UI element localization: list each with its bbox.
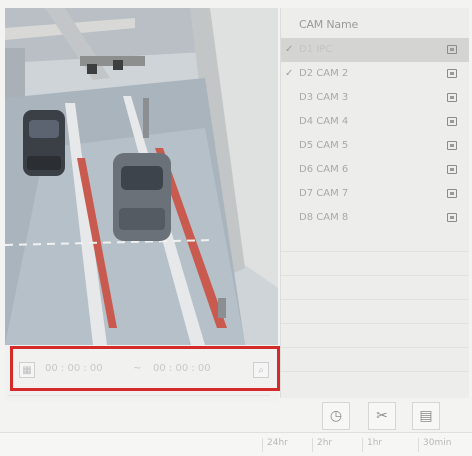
cam-name-column-header: CAM Name <box>299 18 359 31</box>
time-separator: ~ <box>133 363 142 374</box>
camera-row-d8[interactable]: D8 CAM 8 <box>281 206 469 230</box>
check-icon: ✓ <box>285 68 294 79</box>
zoom-1hr-button[interactable]: 1hr <box>362 438 382 452</box>
grid-icon[interactable]: ▤ <box>412 402 440 430</box>
camera-icon <box>447 45 457 54</box>
camera-label: D8 CAM 8 <box>299 212 349 223</box>
camera-list-panel: CAM Name ✓ D1 IPC ✓ D2 CAM 2 D3 CAM 3 D4… <box>280 8 469 398</box>
camera-list-header: CAM Name <box>281 14 469 36</box>
tool-buttons: ◷ ✂ ▤ <box>318 402 468 432</box>
camera-label: D1 IPC <box>299 44 333 55</box>
check-icon: ✓ <box>285 44 294 55</box>
camera-label: D7 CAM 7 <box>299 188 349 199</box>
timer-icon[interactable]: ◷ <box>322 402 350 430</box>
camera-label: D6 CAM 6 <box>299 164 349 175</box>
camera-icon <box>447 189 457 198</box>
camera-label: D4 CAM 4 <box>299 116 349 127</box>
empty-list-area <box>281 228 469 388</box>
timeline-zoom-bar: 24hr 2hr 1hr 30min <box>0 432 472 456</box>
scissors-icon[interactable]: ✂ <box>368 402 396 430</box>
calendar-icon[interactable]: ▦ <box>19 362 35 378</box>
zoom-24hr-button[interactable]: 24hr <box>262 438 288 452</box>
camera-row-d2[interactable]: ✓ D2 CAM 2 <box>281 62 469 86</box>
start-time[interactable]: 00 : 00 : 00 <box>45 363 103 377</box>
camera-video-view[interactable] <box>5 8 278 345</box>
camera-icon <box>447 165 457 174</box>
camera-label: D2 CAM 2 <box>299 68 349 79</box>
playback-time-bar: ▦ 00 : 00 : 00 ~ 00 : 00 : 00 ⌕ <box>13 351 275 386</box>
timeline-scale[interactable] <box>8 395 270 404</box>
camera-icon <box>447 93 457 102</box>
camera-icon <box>447 141 457 150</box>
camera-label: D3 CAM 3 <box>299 92 349 103</box>
camera-row-d1[interactable]: ✓ D1 IPC <box>281 38 469 62</box>
zoom-2hr-button[interactable]: 2hr <box>312 438 332 452</box>
camera-icon <box>447 213 457 222</box>
zoom-30min-button[interactable]: 30min <box>418 438 451 452</box>
camera-row-d5[interactable]: D5 CAM 5 <box>281 134 469 158</box>
camera-row-d3[interactable]: D3 CAM 3 <box>281 86 469 110</box>
camera-row-d4[interactable]: D4 CAM 4 <box>281 110 469 134</box>
playback-window: ▦ 00 : 00 : 00 ~ 00 : 00 : 00 ⌕ CAM Name… <box>0 0 472 456</box>
camera-icon <box>447 69 457 78</box>
camera-label: D5 CAM 5 <box>299 140 349 151</box>
parking-garage-scene <box>5 8 278 345</box>
end-time[interactable]: 00 : 00 : 00 <box>153 363 211 377</box>
search-icon[interactable]: ⌕ <box>253 362 269 378</box>
camera-row-d6[interactable]: D6 CAM 6 <box>281 158 469 182</box>
camera-icon <box>447 117 457 126</box>
camera-row-d7[interactable]: D7 CAM 7 <box>281 182 469 206</box>
